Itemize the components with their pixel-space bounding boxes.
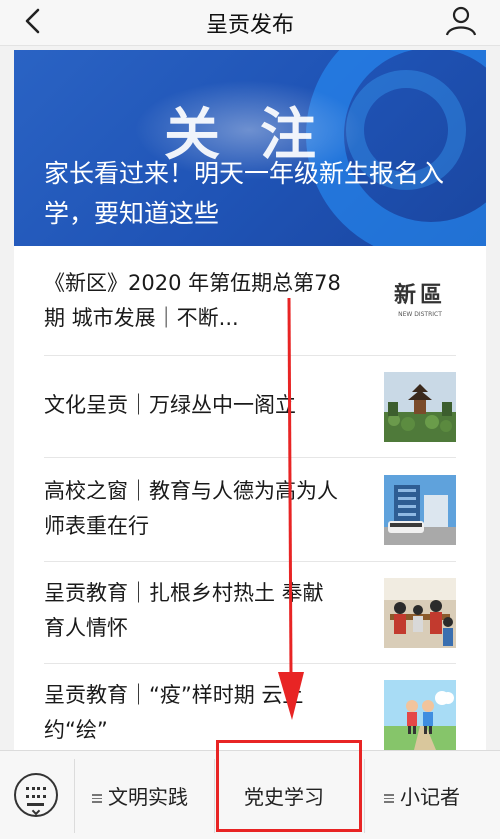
menu-list-icon xyxy=(92,792,102,805)
article-thumbnail: 新區 NEW DISTRICT xyxy=(384,280,456,336)
menu-item-civilization-practice[interactable]: 文明实践 xyxy=(92,781,188,810)
article-list: 关注 家长看过来！明天一年级新生报名入学，要知道这些 《新区》2020 年第伍期… xyxy=(14,50,486,750)
list-item[interactable]: 文化呈贡｜万绿丛中一阁立 xyxy=(44,356,456,458)
keyboard-icon[interactable] xyxy=(14,773,58,817)
list-item[interactable]: 《新区》2020 年第伍期总第78期 城市发展｜不断... 新區 NEW DIS… xyxy=(44,266,456,356)
profile-icon[interactable] xyxy=(444,4,478,38)
article-title: 呈贡教育｜扎根乡村热土 奉献育人情怀 xyxy=(44,581,324,640)
top-bar: 呈贡发布 xyxy=(0,0,500,46)
thumb-logo: 新區 xyxy=(393,282,446,308)
list-item[interactable]: 高校之窗｜教育与人德为高为人师表重在行 xyxy=(44,458,456,562)
menu-item-label: 小记者 xyxy=(400,785,460,809)
thumb-logo-sub: NEW DISTRICT xyxy=(398,311,442,318)
menu-divider xyxy=(214,759,215,833)
highlight-box xyxy=(216,740,362,832)
featured-banner[interactable]: 关注 家长看过来！明天一年级新生报名入学，要知道这些 xyxy=(14,50,486,246)
list-item[interactable]: 呈贡教育｜扎根乡村热土 奉献育人情怀 xyxy=(44,562,456,664)
article-title: 《新区》2020 年第伍期总第78期 城市发展｜不断... xyxy=(44,271,341,330)
article-thumbnail xyxy=(384,372,456,442)
article-thumbnail xyxy=(384,680,456,750)
banner-headline[interactable]: 家长看过来！明天一年级新生报名入学，要知道这些 xyxy=(44,154,464,234)
menu-item-young-reporter[interactable]: 小记者 xyxy=(384,781,460,810)
page-title: 呈贡发布 xyxy=(205,13,294,38)
article-title: 高校之窗｜教育与人德为高为人师表重在行 xyxy=(44,479,338,538)
menu-divider xyxy=(74,759,75,833)
list-item[interactable]: 呈贡教育｜“疫”样时期 云上约“绘” xyxy=(44,664,456,750)
menu-item-label: 文明实践 xyxy=(108,785,188,809)
menu-divider xyxy=(364,759,365,833)
article-thumbnail xyxy=(384,578,456,648)
article-title: 文化呈贡｜万绿丛中一阁立 xyxy=(44,393,296,417)
article-thumbnail xyxy=(384,475,456,545)
menu-list-icon xyxy=(384,792,394,805)
